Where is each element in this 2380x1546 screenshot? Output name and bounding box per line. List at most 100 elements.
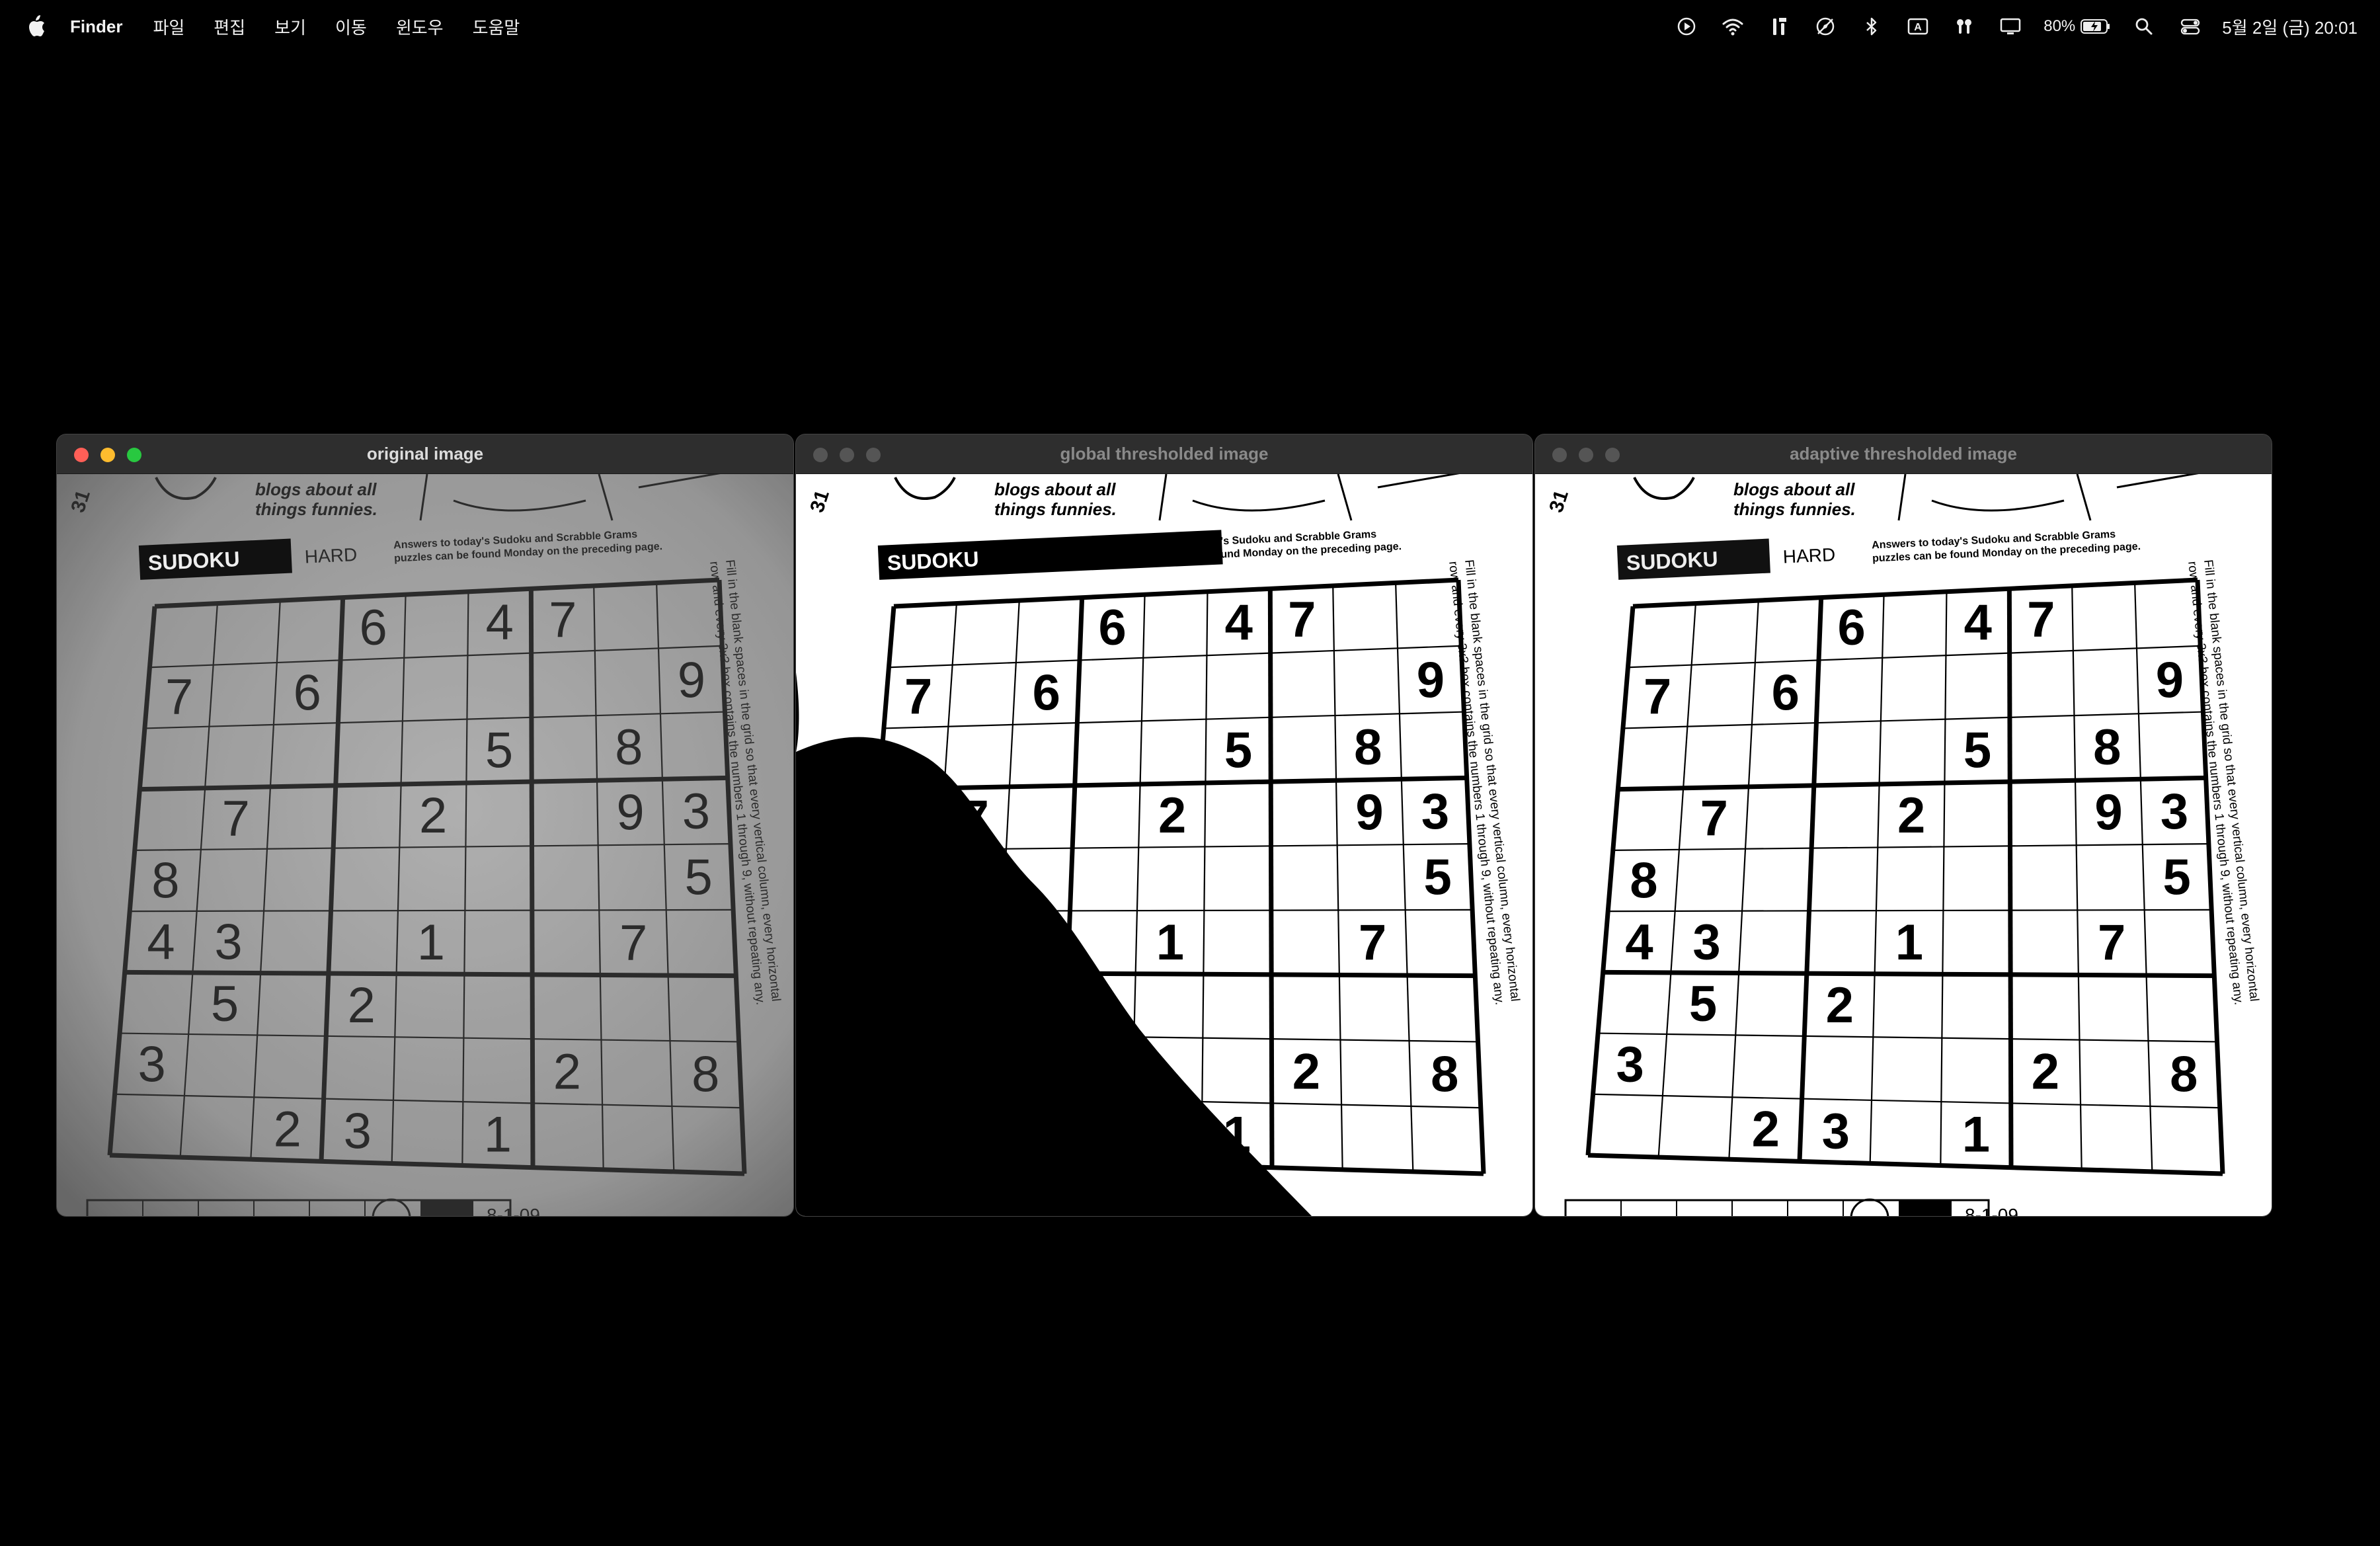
sudoku-digit: 7 bbox=[1644, 669, 1671, 725]
sudoku-digit: 8 bbox=[151, 853, 179, 909]
difficulty-label: HARD bbox=[304, 544, 358, 567]
sudoku-digit: 3 bbox=[2161, 784, 2188, 840]
sudoku-digit: 3 bbox=[1692, 914, 1720, 970]
sudoku-digit: 5 bbox=[1423, 849, 1451, 905]
sudoku-digit: 3 bbox=[1616, 1037, 1644, 1093]
sudoku-digit: 1 bbox=[1895, 915, 1923, 971]
sudoku-digit: 7 bbox=[1288, 592, 1316, 648]
puzzle-date: 8-1-09 bbox=[487, 1205, 540, 1216]
sudoku-digit: 6 bbox=[1098, 600, 1126, 656]
sudoku-digit: 8 bbox=[692, 1046, 719, 1102]
sudoku-title: SUDOKU bbox=[1626, 547, 1718, 575]
sudoku-digit: 5 bbox=[485, 723, 513, 779]
sudoku-digit: 5 bbox=[2162, 849, 2190, 905]
sudoku-digit: 4 bbox=[147, 914, 175, 970]
sudoku-digit: 8 bbox=[2093, 719, 2121, 776]
sudoku-digit: 4 bbox=[1225, 594, 1253, 651]
sudoku-digit: 5 bbox=[211, 976, 239, 1032]
sudoku-digit: 1 bbox=[1962, 1107, 1990, 1163]
menu-window[interactable]: 윈도우 bbox=[396, 15, 444, 39]
sudoku-digit: 8 bbox=[1431, 1046, 1458, 1102]
window-titlebar[interactable]: adaptive thresholded image bbox=[1535, 434, 2272, 474]
sudoku-digit: 3 bbox=[1822, 1103, 1850, 1159]
grid-line-vertical bbox=[1267, 589, 1275, 1168]
bluetooth-icon[interactable] bbox=[1858, 13, 1885, 40]
battery-icon bbox=[2081, 19, 2110, 34]
sudoku-digit: 1 bbox=[417, 915, 445, 971]
sudoku-digit: 6 bbox=[1837, 600, 1865, 656]
sudoku-title: SUDOKU bbox=[887, 547, 979, 575]
menu-view[interactable]: 보기 bbox=[274, 15, 306, 39]
sudoku-digit: 2 bbox=[348, 977, 376, 1034]
svg-text:A: A bbox=[1914, 22, 1922, 33]
sudoku-digit: 3 bbox=[344, 1103, 372, 1159]
sudoku-digit: 9 bbox=[616, 784, 644, 840]
image-view: blogs about all things funnies. 31 SUDOKU An… bbox=[796, 474, 1532, 1216]
app-menu-finder[interactable]: Finder bbox=[70, 17, 122, 37]
window-title: original image bbox=[366, 444, 484, 464]
difficulty-label: HARD bbox=[1782, 544, 1836, 567]
sudoku-digit: 3 bbox=[214, 914, 242, 970]
sudoku-digit: 2 bbox=[419, 788, 447, 844]
menu-help[interactable]: 도움말 bbox=[473, 15, 520, 39]
puzzle-image: blogs about allthings funnies.31SUDOKUAn… bbox=[796, 474, 1532, 1216]
airpods-icon[interactable] bbox=[1951, 13, 1977, 40]
spotlight-search-icon[interactable] bbox=[2131, 13, 2157, 40]
sudoku-digit: 7 bbox=[1700, 791, 1728, 847]
apple-menu-icon[interactable] bbox=[25, 15, 46, 38]
sudoku-digit: 4 bbox=[1964, 594, 1992, 651]
blog-text-line2: things funnies. bbox=[994, 499, 1117, 519]
sudoku-title: SUDOKU bbox=[147, 547, 240, 575]
blog-text-line2: things funnies. bbox=[255, 499, 377, 519]
puzzle-date: 8-1-09 bbox=[1965, 1205, 2018, 1216]
sudoku-digit: 7 bbox=[904, 669, 932, 725]
sudoku-digit: 2 bbox=[274, 1102, 301, 1158]
menu-go[interactable]: 이동 bbox=[335, 15, 367, 39]
display-icon[interactable] bbox=[1997, 13, 2024, 40]
menu-bar: Finder 파일 편집 보기 이동 윈도우 도움말 A 80% 5월 2일 (… bbox=[0, 0, 2380, 53]
window-adaptive-thresholded-image[interactable]: adaptive thresholded image blogs about a… bbox=[1535, 434, 2272, 1216]
wifi-icon[interactable] bbox=[1720, 13, 1746, 40]
window-global-thresholded-image[interactable]: global thresholded image blogs about all… bbox=[796, 434, 1532, 1216]
menu-file[interactable]: 파일 bbox=[153, 15, 184, 39]
sudoku-digit: 2 bbox=[1897, 788, 1925, 844]
sudoku-digit: 9 bbox=[1417, 652, 1445, 708]
menu-clock[interactable]: 5월 2일 (금) 20:01 bbox=[2222, 15, 2358, 39]
sudoku-digit: 6 bbox=[1772, 665, 1800, 721]
sudoku-digit: 6 bbox=[359, 600, 387, 656]
sudoku-digit: 8 bbox=[2170, 1046, 2198, 1102]
grid-line-vertical bbox=[2006, 589, 2014, 1168]
input-source-icon[interactable]: A bbox=[1905, 13, 1931, 40]
sudoku-digit: 7 bbox=[619, 915, 647, 971]
window-original-image[interactable]: original image blogs about all things fun… bbox=[57, 434, 793, 1216]
blog-text-line1: blogs about all bbox=[1733, 479, 1855, 499]
compass-slash-icon[interactable] bbox=[1812, 13, 1839, 40]
window-title: adaptive thresholded image bbox=[1790, 444, 2017, 464]
battery-status[interactable]: 80% bbox=[2043, 17, 2111, 36]
sudoku-digit: 1 bbox=[1156, 915, 1184, 971]
sudoku-digit: 1 bbox=[484, 1107, 512, 1163]
sudoku-digit: 9 bbox=[2094, 784, 2122, 840]
sudoku-digit: 9 bbox=[678, 652, 705, 708]
battery-percent: 80% bbox=[2043, 17, 2076, 35]
sudoku-digit: 7 bbox=[165, 669, 193, 725]
play-circle-icon[interactable] bbox=[1673, 13, 1700, 40]
window-titlebar[interactable]: global thresholded image bbox=[796, 434, 1532, 474]
sudoku-digit: 4 bbox=[1625, 914, 1653, 970]
window-titlebar[interactable]: original image bbox=[57, 434, 793, 474]
control-center-icon[interactable] bbox=[2177, 13, 2203, 40]
sudoku-digit: 4 bbox=[486, 594, 514, 651]
sudoku-digit: 9 bbox=[1355, 784, 1383, 840]
tools-icon[interactable] bbox=[1766, 13, 1792, 40]
sudoku-digit: 6 bbox=[1033, 665, 1060, 721]
sudoku-digit: 6 bbox=[294, 665, 321, 721]
puzzle-image: blogs about allthings funnies. 3 1 SUDOKU HA… bbox=[1535, 474, 2272, 1216]
sudoku-digit: 7 bbox=[549, 592, 576, 648]
menu-edit[interactable]: 편집 bbox=[214, 15, 245, 39]
sudoku-digit: 7 bbox=[222, 791, 250, 847]
sudoku-digit: 2 bbox=[1752, 1102, 1780, 1158]
sudoku-digit: 3 bbox=[682, 784, 710, 840]
sudoku-digit: 2 bbox=[1158, 788, 1186, 844]
sudoku-digit: 2 bbox=[1826, 977, 1854, 1034]
sudoku-digit: 8 bbox=[1630, 853, 1657, 909]
